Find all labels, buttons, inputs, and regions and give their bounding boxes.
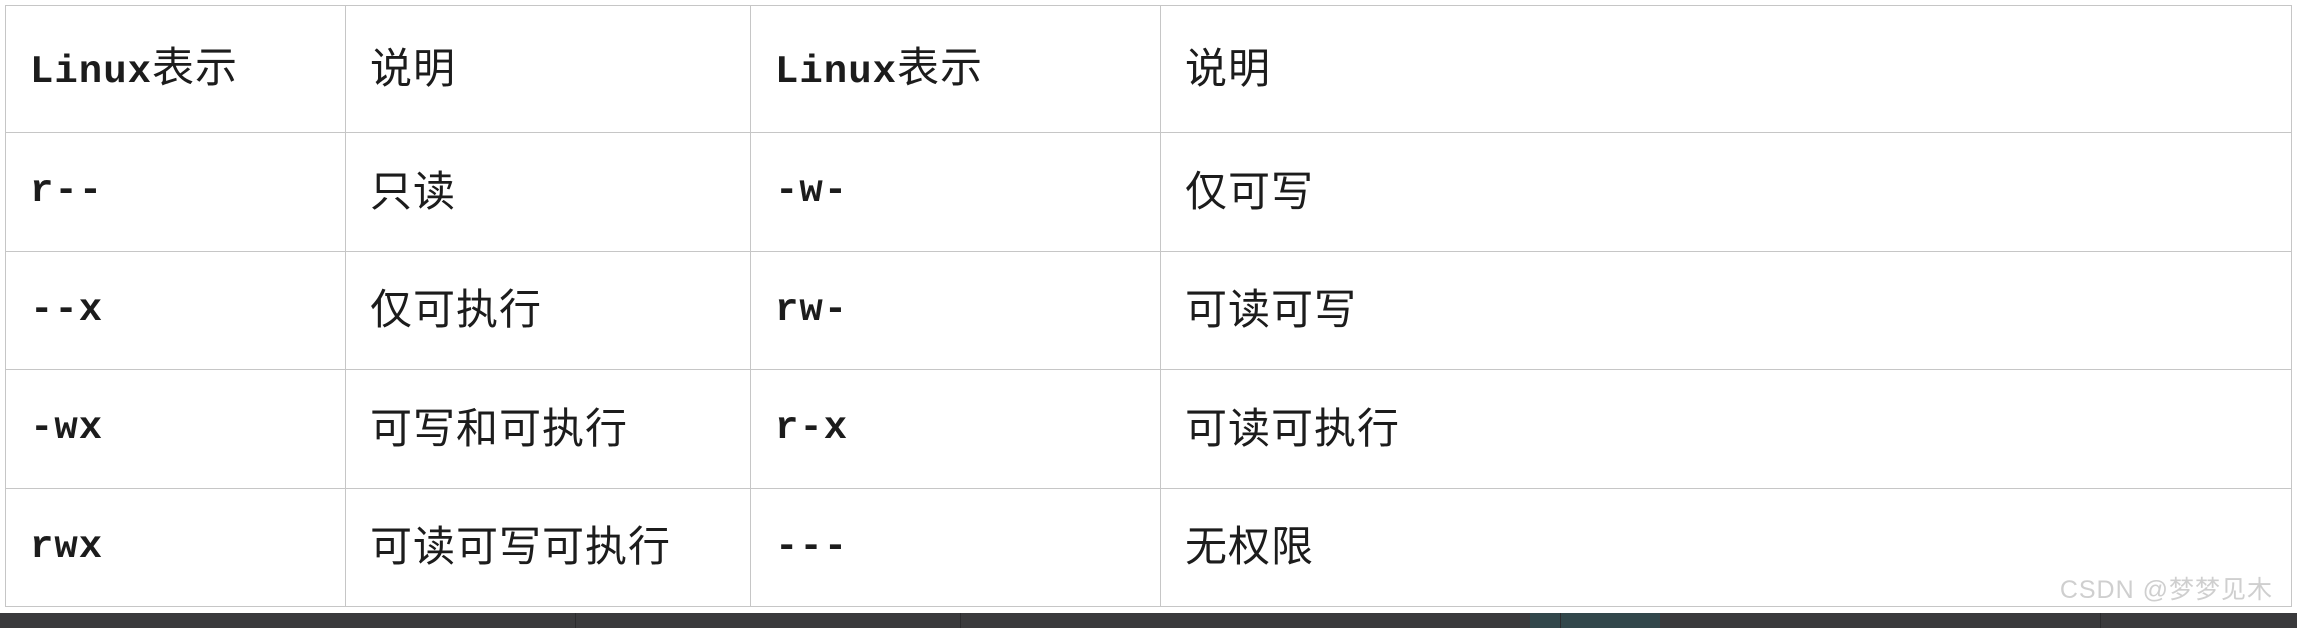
table-row: rwx 可读可写可执行 --- 无权限 xyxy=(5,487,2292,608)
table-header-row: Linux表示 说明 Linux表示 说明 xyxy=(5,4,2292,134)
cell-notation-left: -wx xyxy=(5,369,346,489)
permission-notation: --- xyxy=(775,524,849,569)
header-cell-notation-right: Linux表示 xyxy=(750,4,1161,134)
permission-description: 可读可执行 xyxy=(1185,404,1401,452)
permission-notation: --x xyxy=(30,287,104,332)
header-label-notation-right: 表示 xyxy=(897,43,984,91)
cell-notation-left: --x xyxy=(5,250,346,371)
cell-notation-left: rwx xyxy=(5,487,346,608)
permission-description: 只读 xyxy=(370,167,457,215)
table-row: r-- 只读 -w- 仅可写 xyxy=(5,132,2292,252)
table-row: --x 仅可执行 rw- 可读可写 xyxy=(5,250,2292,371)
bottom-chrome-bar xyxy=(0,613,2297,628)
table-row: -wx 可写和可执行 r-x 可读可执行 xyxy=(5,369,2292,489)
permission-notation: rw- xyxy=(775,287,849,332)
cell-description-left: 可写和可执行 xyxy=(345,369,751,489)
permissions-table-container: Linux表示 说明 Linux表示 说明 r-- 只读 -w- 仅可写 --x… xyxy=(5,4,2292,608)
bottom-bar-divider xyxy=(575,613,576,628)
bottom-bar-divider xyxy=(1560,613,1561,628)
bottom-bar-divider xyxy=(960,613,961,628)
header-label-notation-left: 表示 xyxy=(152,43,239,91)
cell-description-right: 仅可写 xyxy=(1160,132,2292,252)
bottom-bar-divider xyxy=(2100,613,2101,628)
header-label-linux-left: Linux xyxy=(30,49,153,94)
cell-description-left: 只读 xyxy=(345,132,751,252)
header-label-description-right: 说明 xyxy=(1185,45,1272,93)
header-cell-description-right: 说明 xyxy=(1160,4,2292,134)
permission-description: 可读可写可执行 xyxy=(370,523,672,571)
permission-description: 仅可写 xyxy=(1185,167,1315,215)
permission-notation: -w- xyxy=(775,169,849,214)
page-root: Linux表示 说明 Linux表示 说明 r-- 只读 -w- 仅可写 --x… xyxy=(0,0,2297,628)
cell-notation-right: -w- xyxy=(750,132,1161,252)
linux-permissions-table: Linux表示 说明 Linux表示 说明 r-- 只读 -w- 仅可写 --x… xyxy=(5,4,2292,608)
permission-notation: -wx xyxy=(30,406,104,451)
bottom-bar-tint xyxy=(1530,613,1660,628)
cell-description-right: 无权限 xyxy=(1160,487,2292,608)
header-cell-notation-left: Linux表示 xyxy=(5,4,346,134)
cell-description-right: 可读可写 xyxy=(1160,250,2292,371)
permission-description: 无权限 xyxy=(1185,523,1315,571)
permission-notation: r-- xyxy=(30,169,104,214)
cell-notation-left: r-- xyxy=(5,132,346,252)
header-cell-description-left: 说明 xyxy=(345,4,751,134)
cell-notation-right: r-x xyxy=(750,369,1161,489)
permission-description: 仅可执行 xyxy=(370,286,543,334)
header-label-linux-right: Linux xyxy=(775,49,898,94)
cell-description-left: 仅可执行 xyxy=(345,250,751,371)
permission-notation: r-x xyxy=(775,406,849,451)
permission-notation: rwx xyxy=(30,524,104,569)
header-label-description-left: 说明 xyxy=(370,45,457,93)
cell-description-left: 可读可写可执行 xyxy=(345,487,751,608)
permission-description: 可读可写 xyxy=(1185,286,1358,334)
cell-notation-right: rw- xyxy=(750,250,1161,371)
cell-description-right: 可读可执行 xyxy=(1160,369,2292,489)
permission-description: 可写和可执行 xyxy=(370,404,629,452)
cell-notation-right: --- xyxy=(750,487,1161,608)
